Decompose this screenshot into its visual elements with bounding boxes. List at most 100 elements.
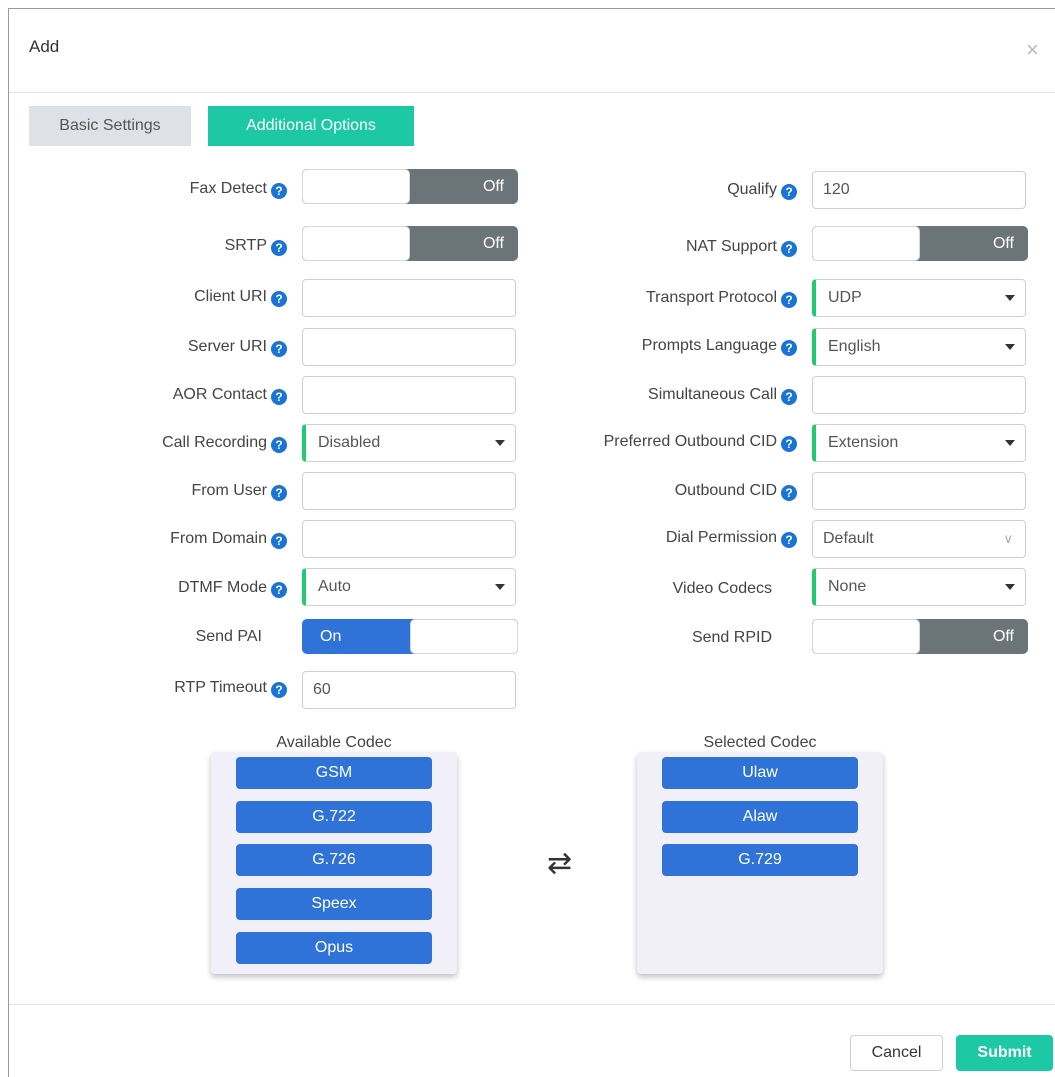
call-recording-label-text: Call Recording bbox=[162, 434, 267, 451]
transport-protocol-label: Transport Protocol? bbox=[646, 283, 797, 313]
help-icon[interactable]: ? bbox=[781, 184, 797, 200]
dtmf-mode-value: Auto bbox=[318, 578, 351, 595]
rtp-timeout-input[interactable]: 60 bbox=[302, 671, 516, 709]
help-icon[interactable]: ? bbox=[271, 341, 287, 357]
toggle-state: Off bbox=[992, 235, 1014, 252]
help-icon[interactable]: ? bbox=[781, 436, 797, 452]
toggle-state: Off bbox=[482, 178, 504, 195]
available-codec-chip[interactable]: GSM bbox=[236, 757, 432, 789]
help-icon[interactable]: ? bbox=[271, 183, 287, 199]
toggle-knob bbox=[812, 226, 920, 261]
available-codec-chip[interactable]: G.726 bbox=[236, 844, 432, 876]
transport-protocol-select[interactable]: UDP bbox=[812, 279, 1026, 317]
prompts-language-select[interactable]: English bbox=[812, 328, 1026, 366]
dial-permission-label: Dial Permission? bbox=[666, 523, 797, 553]
aor-contact-label-text: AOR Contact bbox=[172, 386, 267, 403]
preferred-outbound-cid-select[interactable]: Extension bbox=[812, 424, 1026, 462]
from-domain-input[interactable] bbox=[302, 520, 516, 558]
help-icon[interactable]: ? bbox=[781, 485, 797, 501]
cancel-button[interactable]: Cancel bbox=[850, 1035, 943, 1071]
selected-codec-chip[interactable]: Ulaw bbox=[662, 757, 858, 789]
preferred-outbound-cid-value: Extension bbox=[828, 434, 899, 451]
srtp-toggle[interactable]: Off bbox=[302, 226, 518, 261]
fax-detect-label: Fax Detect? bbox=[190, 174, 287, 204]
prompts-language-value: English bbox=[828, 338, 881, 355]
toggle-state: On bbox=[320, 628, 342, 645]
toggle-state: Off bbox=[482, 235, 504, 252]
qualify-label: Qualify? bbox=[727, 175, 797, 205]
from-user-input[interactable] bbox=[302, 472, 516, 510]
simultaneous-call-input[interactable] bbox=[812, 376, 1026, 414]
available-codec-list[interactable]: GSM G.722 G.726 Speex Opus bbox=[211, 752, 457, 974]
chevron-down-icon: ∨ bbox=[1003, 531, 1013, 546]
help-icon[interactable]: ? bbox=[781, 241, 797, 257]
header-divider bbox=[9, 92, 1055, 93]
help-icon[interactable]: ? bbox=[271, 291, 287, 307]
help-icon[interactable]: ? bbox=[781, 340, 797, 356]
caret-down-icon bbox=[1005, 584, 1015, 590]
help-icon[interactable]: ? bbox=[271, 582, 287, 598]
help-icon[interactable]: ? bbox=[271, 389, 287, 405]
transport-protocol-label-text: Transport Protocol bbox=[645, 289, 777, 306]
toggle-knob bbox=[302, 226, 410, 261]
nat-support-label-text: NAT Support bbox=[685, 238, 777, 255]
fax-detect-label-text: Fax Detect bbox=[189, 180, 267, 197]
available-codec-chip[interactable]: G.722 bbox=[236, 801, 432, 833]
srtp-label-text: SRTP bbox=[224, 237, 267, 254]
send-rpid-toggle[interactable]: Off bbox=[812, 619, 1028, 654]
available-codec-chip[interactable]: Speex bbox=[236, 888, 432, 920]
caret-down-icon bbox=[1005, 440, 1015, 446]
simultaneous-call-label: Simultaneous Call? bbox=[648, 380, 797, 410]
srtp-label: SRTP? bbox=[225, 231, 287, 261]
dial-permission-select[interactable]: Default ∨ bbox=[812, 520, 1026, 558]
nat-support-toggle[interactable]: Off bbox=[812, 226, 1028, 261]
outbound-cid-input[interactable] bbox=[812, 472, 1026, 510]
aor-contact-input[interactable] bbox=[302, 376, 516, 414]
server-uri-input[interactable] bbox=[302, 328, 516, 366]
nat-support-label: NAT Support? bbox=[686, 232, 797, 262]
caret-down-icon bbox=[1005, 295, 1015, 301]
help-icon[interactable]: ? bbox=[781, 292, 797, 308]
tab-basic-settings[interactable]: Basic Settings bbox=[29, 106, 191, 146]
call-recording-value: Disabled bbox=[318, 434, 381, 451]
add-dialog: Add × Basic Settings Additional Options … bbox=[8, 8, 1055, 1077]
send-pai-toggle[interactable]: On bbox=[302, 619, 518, 654]
server-uri-label: Server URI? bbox=[188, 332, 287, 362]
caret-down-icon bbox=[495, 440, 505, 446]
dtmf-mode-select[interactable]: Auto bbox=[302, 568, 516, 606]
toggle-state: Off bbox=[992, 628, 1014, 645]
help-icon[interactable]: ? bbox=[271, 682, 287, 698]
selected-codec-chip[interactable]: G.729 bbox=[662, 844, 858, 876]
call-recording-select[interactable]: Disabled bbox=[302, 424, 516, 462]
outbound-cid-label-text: Outbound CID bbox=[674, 482, 777, 499]
help-icon[interactable]: ? bbox=[271, 533, 287, 549]
prompts-language-label: Prompts Language? bbox=[642, 331, 797, 361]
help-icon[interactable]: ? bbox=[781, 532, 797, 548]
caret-down-icon bbox=[495, 584, 505, 590]
help-icon[interactable]: ? bbox=[271, 485, 287, 501]
prompts-language-label-text: Prompts Language bbox=[641, 337, 777, 354]
transport-protocol-value: UDP bbox=[828, 289, 862, 306]
video-codecs-select[interactable]: None bbox=[812, 568, 1026, 606]
video-codecs-label: Video Codecs bbox=[672, 580, 772, 597]
caret-down-icon bbox=[1005, 344, 1015, 350]
help-icon[interactable]: ? bbox=[271, 437, 287, 453]
qualify-input[interactable]: 120 bbox=[812, 171, 1026, 209]
aor-contact-label: AOR Contact? bbox=[173, 380, 287, 410]
from-domain-label-text: From Domain bbox=[170, 530, 267, 547]
client-uri-input[interactable] bbox=[302, 279, 516, 317]
tab-additional-options[interactable]: Additional Options bbox=[208, 106, 414, 146]
selected-codec-chip[interactable]: Alaw bbox=[662, 801, 858, 833]
selected-codec-list[interactable]: Ulaw Alaw G.729 bbox=[637, 752, 883, 974]
submit-button[interactable]: Submit bbox=[956, 1035, 1053, 1071]
help-icon[interactable]: ? bbox=[271, 240, 287, 256]
call-recording-label: Call Recording? bbox=[162, 428, 287, 458]
preferred-outbound-cid-label-text: Preferred Outbound CID bbox=[603, 433, 777, 450]
help-icon[interactable]: ? bbox=[781, 389, 797, 405]
close-icon[interactable]: × bbox=[1026, 39, 1039, 61]
fax-detect-toggle[interactable]: Off bbox=[302, 169, 518, 204]
swap-arrows-icon[interactable]: ⇄ bbox=[547, 849, 572, 879]
footer-divider bbox=[9, 1004, 1055, 1005]
available-codec-chip[interactable]: Opus bbox=[236, 932, 432, 964]
from-domain-label: From Domain? bbox=[170, 524, 287, 554]
